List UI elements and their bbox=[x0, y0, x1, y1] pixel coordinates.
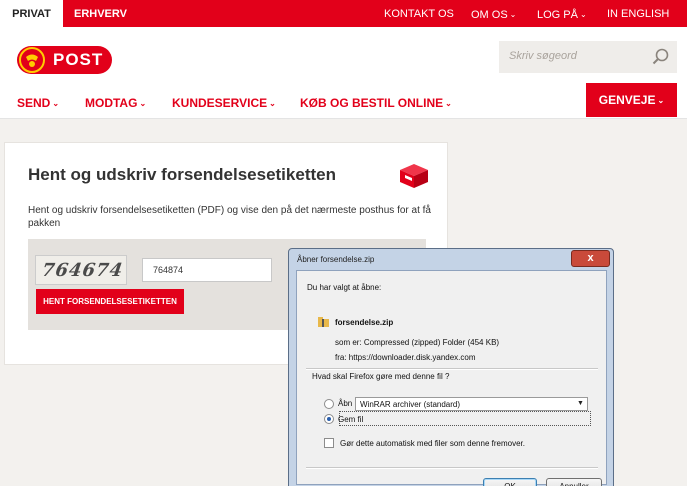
dialog-intro: Du har valgt at åbne: bbox=[307, 283, 382, 292]
chevron-down-icon: ⌄ bbox=[579, 10, 587, 19]
auto-checkbox[interactable] bbox=[324, 438, 334, 448]
post-logo[interactable]: POST bbox=[17, 46, 112, 74]
crown-horn-icon bbox=[19, 47, 45, 73]
close-button[interactable]: x bbox=[571, 250, 610, 267]
file-source: fra: https://downloader.disk.yandex.com bbox=[335, 353, 476, 362]
dropdown-arrow-icon: ▼ bbox=[577, 400, 584, 407]
captcha-image: 764674 bbox=[35, 255, 127, 285]
chevron-down-icon: ⌄ bbox=[269, 99, 276, 108]
dialog-title: Åbner forsendelse.zip bbox=[297, 255, 375, 264]
nav-service[interactable]: KUNDESERVICE ⌄ bbox=[172, 96, 276, 110]
cancel-button[interactable]: Annuller bbox=[546, 478, 602, 486]
chevron-down-icon: ⌄ bbox=[445, 99, 452, 108]
login-link[interactable]: LOG PÅ ⌄ bbox=[537, 0, 587, 27]
shortcuts-button[interactable]: GENVEJE ⌄ bbox=[586, 83, 677, 117]
focus-outline bbox=[339, 411, 591, 426]
nav-receive-label: MODTAG bbox=[85, 96, 138, 110]
chevron-down-icon: ⌄ bbox=[139, 99, 147, 108]
nav-send[interactable]: SEND ⌄ bbox=[17, 96, 59, 110]
about-link[interactable]: OM OS ⌄ bbox=[471, 0, 516, 27]
separator bbox=[306, 368, 598, 370]
dialog-question: Hvad skal Firefox gøre med denne fil ? bbox=[312, 372, 450, 381]
file-type: som er: Compressed (zipped) Folder (454 … bbox=[335, 338, 500, 347]
top-bar: PRIVAT ERHVERV KONTAKT OS OM OS ⌄ LOG PÅ ⌄… bbox=[0, 0, 687, 27]
search-input[interactable]: Skriv søgeord bbox=[509, 50, 577, 62]
file-name: forsendelse.zip bbox=[335, 318, 394, 327]
contact-link[interactable]: KONTAKT OS bbox=[384, 0, 454, 27]
open-with-value: WinRAR archiver (standard) bbox=[360, 400, 461, 409]
tab-private[interactable]: PRIVAT bbox=[0, 0, 63, 27]
site-header: POST Skriv søgeord SEND ⌄ MODTAG ⌄ KUNDESE… bbox=[0, 27, 687, 119]
card-description: Hent og udskriv forsendelsesetiketten (P… bbox=[28, 205, 431, 229]
nav-shop-label: KØB OG BESTIL ONLINE bbox=[300, 96, 444, 110]
package-icon bbox=[400, 164, 428, 188]
english-link[interactable]: IN ENGLISH bbox=[607, 0, 669, 27]
search-box[interactable]: Skriv søgeord bbox=[499, 41, 677, 73]
save-file-radio[interactable] bbox=[324, 414, 334, 424]
tab-business[interactable]: ERHVERV bbox=[74, 0, 127, 27]
ok-button[interactable]: OK bbox=[483, 478, 537, 486]
open-with-select[interactable]: WinRAR archiver (standard) ▼ bbox=[355, 397, 588, 411]
close-icon: x bbox=[587, 252, 594, 264]
captcha-text: 764674 bbox=[40, 260, 125, 281]
shortcuts-label: GENVEJE bbox=[598, 93, 656, 107]
nav-service-label: KUNDESERVICE bbox=[172, 96, 268, 110]
separator bbox=[306, 467, 598, 469]
chevron-down-icon: ⌄ bbox=[657, 96, 665, 105]
open-with-radio[interactable] bbox=[324, 399, 334, 409]
nav-send-label: SEND bbox=[17, 96, 51, 110]
zip-file-icon bbox=[318, 317, 329, 327]
nav-receive[interactable]: MODTAG ⌄ bbox=[85, 96, 146, 110]
dialog-body: Du har valgt at åbne: forsendelse.zip so… bbox=[296, 270, 607, 486]
captcha-input[interactable]: 764874 bbox=[142, 258, 272, 282]
chevron-down-icon: ⌄ bbox=[52, 99, 60, 108]
login-label: LOG PÅ bbox=[537, 9, 578, 21]
radio-selected-dot bbox=[327, 417, 331, 421]
download-label-button[interactable]: HENT FORSENDELSESETIKETTEN bbox=[36, 289, 184, 314]
screen: PRIVAT ERHVERV KONTAKT OS OM OS ⌄ LOG PÅ ⌄… bbox=[0, 0, 687, 486]
card-title: Hent og udskriv forsendelsesetiketten bbox=[28, 165, 336, 184]
about-label: OM OS bbox=[471, 9, 508, 21]
logo-text: POST bbox=[53, 50, 104, 69]
save-file-label: Gem fil bbox=[338, 415, 364, 424]
chevron-down-icon: ⌄ bbox=[509, 10, 517, 19]
download-dialog: Åbner forsendelse.zip x Du har valgt at … bbox=[288, 248, 614, 486]
search-icon[interactable] bbox=[651, 47, 671, 67]
nav-shop[interactable]: KØB OG BESTIL ONLINE ⌄ bbox=[300, 96, 452, 110]
auto-label: Gør dette automatisk med filer som denne… bbox=[340, 439, 525, 448]
